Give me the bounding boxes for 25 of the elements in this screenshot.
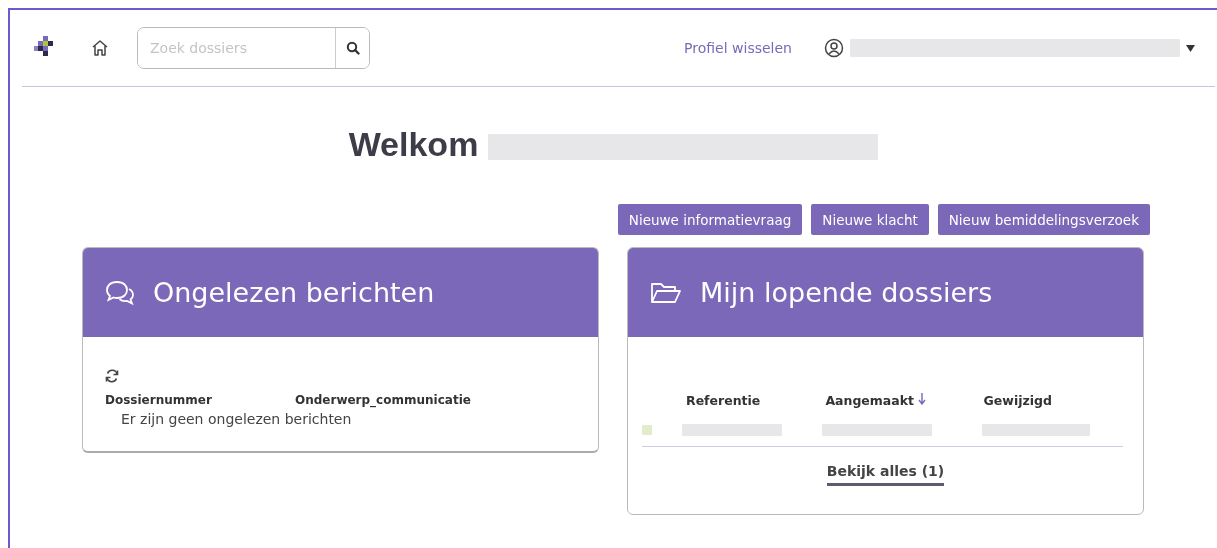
action-button[interactable]: Nieuw bemiddelingsverzoek: [937, 204, 1150, 235]
welcome-title: Welkom: [348, 125, 479, 164]
home-icon[interactable]: [91, 39, 109, 57]
search-icon: [345, 41, 360, 55]
refresh-icon[interactable]: [105, 369, 119, 383]
column-header[interactable]: Onderwerp_communicatie: [295, 393, 471, 407]
action-button[interactable]: Nieuwe klacht: [811, 204, 929, 235]
user-icon[interactable]: [824, 38, 844, 58]
action-button[interactable]: Nieuwe informatievraag: [617, 204, 803, 235]
column-header[interactable]: Gewijzigd: [983, 393, 1123, 408]
search-button[interactable]: [335, 28, 369, 68]
column-header[interactable]: Dossiernummer: [105, 393, 295, 407]
sort-arrow-icon: [918, 393, 927, 405]
chat-bubbles-icon: [105, 279, 135, 306]
card-title: Ongelezen berichten: [153, 277, 435, 308]
caret-icon[interactable]: [1186, 44, 1195, 52]
view-all-link[interactable]: Bekijk alles (1): [826, 463, 945, 486]
empty-message: Er zijn geen ongelezen berichten: [120, 410, 353, 427]
column-header[interactable]: Referentie: [686, 393, 826, 408]
card-title: Mijn lopende dossiers: [700, 277, 993, 308]
search-field[interactable]: Zoek dossiers: [137, 27, 370, 69]
profile-switch-link[interactable]: Profiel wisselen: [684, 40, 792, 56]
redacted-marker: [642, 425, 652, 435]
folder-icon: [650, 280, 682, 305]
column-header[interactable]: Aangemaakt: [825, 393, 984, 408]
